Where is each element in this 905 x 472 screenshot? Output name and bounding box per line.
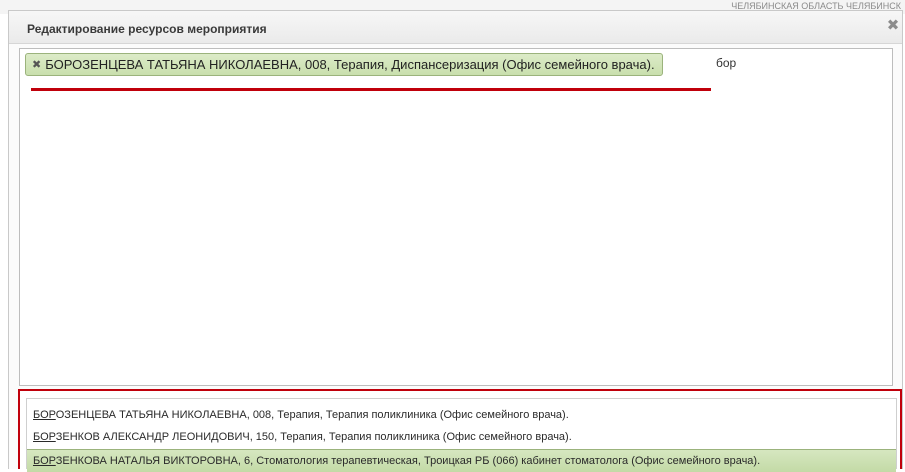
item-text: ЗЕНКОВ АЛЕКСАНДР ЛЕОНИДОВИЧ, 150, Терапи… (55, 431, 572, 443)
highlight-underline (31, 88, 711, 91)
match-highlight: БОР (33, 431, 56, 443)
item-text: ЗЕНКОВА НАТАЛЬЯ ВИКТОРОВНА, 6, Стоматоло… (55, 455, 761, 467)
selected-resource-token[interactable]: ✖ БОРОЗЕНЦЕВА ТАТЬЯНА НИКОЛАЕВНА, 008, Т… (25, 53, 663, 76)
typed-search-text[interactable]: бор (716, 56, 736, 70)
remove-token-icon[interactable]: ✖ (32, 58, 41, 71)
autocomplete-item[interactable]: БОРОЗЕНЦЕВА ТАТЬЯНА НИКОЛАЕВНА, 008, Тер… (27, 404, 896, 426)
match-highlight: БОР (33, 455, 56, 467)
match-highlight: БОР (33, 409, 56, 421)
dialog-title: Редактирование ресурсов мероприятия (27, 22, 267, 36)
item-text: ОЗЕНЦЕВА ТАТЬЯНА НИКОЛАЕВНА, 008, Терапи… (55, 409, 569, 421)
token-label: БОРОЗЕНЦЕВА ТАТЬЯНА НИКОЛАЕВНА, 008, Тер… (45, 57, 655, 72)
autocomplete-list: БОРОЗЕНЦЕВА ТАТЬЯНА НИКОЛАЕВНА, 008, Тер… (26, 398, 897, 472)
autocomplete-dropdown: БОРОЗЕНЦЕВА ТАТЬЯНА НИКОЛАЕВНА, 008, Тер… (18, 389, 902, 472)
autocomplete-item[interactable]: БОРЗЕНКОВ АЛЕКСАНДР ЛЕОНИДОВИЧ, 150, Тер… (27, 426, 896, 448)
close-icon[interactable]: ✖ (884, 17, 902, 35)
dialog-titlebar[interactable]: Редактирование ресурсов мероприятия ✖ (9, 11, 902, 44)
resources-input[interactable]: ✖ БОРОЗЕНЦЕВА ТАТЬЯНА НИКОЛАЕВНА, 008, Т… (19, 48, 893, 386)
